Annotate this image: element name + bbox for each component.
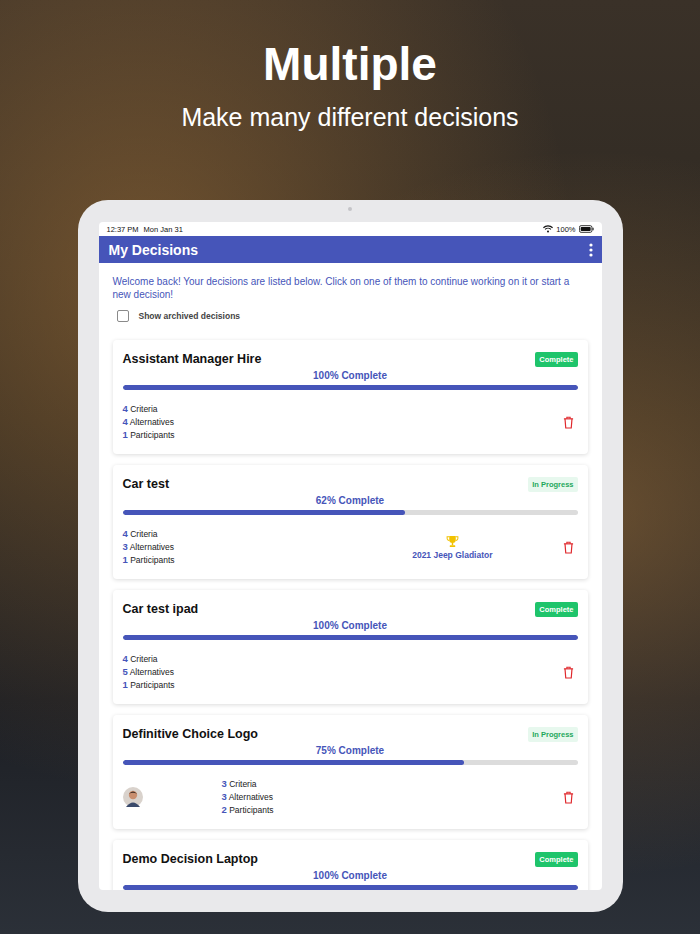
stats: 4 Criteria4 Alternatives1 Participants <box>123 403 175 441</box>
checkbox-label: Show archived decisions <box>139 311 241 321</box>
stats: 4 Criteria5 Alternatives1 Participants <box>123 653 175 691</box>
card-footer: 4 Criteria5 Alternatives1 Participants <box>123 653 578 691</box>
trash-icon[interactable] <box>563 666 574 679</box>
intro-text: Welcome back! Your decisions are listed … <box>113 275 588 301</box>
card-footer: 4 Criteria4 Alternatives1 Participants <box>123 403 578 441</box>
decision-title: Car test <box>123 477 170 491</box>
progress-bar <box>123 760 578 765</box>
progress-label: 75% Complete <box>123 744 578 757</box>
card-footer: 4 Criteria3 Alternatives1 Participants 20… <box>123 528 578 566</box>
progress-bar <box>123 510 578 515</box>
status-badge: In Progress <box>528 477 577 492</box>
decision-title: Demo Decision Laptop <box>123 852 258 866</box>
checkbox[interactable] <box>117 310 129 322</box>
decision-card[interactable]: Demo Decision Laptop Complete 100% Complet… <box>113 840 588 890</box>
more-menu-icon[interactable] <box>589 243 593 257</box>
progress-fill <box>123 635 578 640</box>
camera-dot <box>348 207 352 211</box>
card-header: Assistant Manager Hire Complete <box>123 351 578 367</box>
progress-label: 62% Complete <box>123 494 578 507</box>
decision-title: Assistant Manager Hire <box>123 352 262 366</box>
headline: Multiple <box>263 38 437 90</box>
alternatives-count: 5 Alternatives <box>123 666 175 678</box>
tablet-frame: 12:37 PM Mon Jan 31 100% My Decisions Welcom… <box>78 200 623 912</box>
app-screen: 12:37 PM Mon Jan 31 100% My Decisions Welcom… <box>99 222 602 890</box>
trash-icon[interactable] <box>563 541 574 554</box>
stats: 4 Criteria3 Alternatives1 Participants <box>123 528 175 566</box>
progress-bar <box>123 635 578 640</box>
decision-list: Assistant Manager Hire Complete 100% Compl… <box>113 340 588 890</box>
decision-card[interactable]: Assistant Manager Hire Complete 100% Compl… <box>113 340 588 454</box>
alternatives-count: 3 Alternatives <box>123 541 175 553</box>
progress-label: 100% Complete <box>123 869 578 882</box>
time: 12:37 PM <box>107 225 139 234</box>
criteria-count: 4 Criteria <box>123 653 175 665</box>
decision-card[interactable]: Car test ipad Complete 100% Complete 4 Crit… <box>113 590 588 704</box>
decision-title: Definitive Choice Logo <box>123 727 258 741</box>
status-indicators: 100% <box>543 225 593 234</box>
subtitle: Make many different decisions <box>181 102 518 132</box>
status-badge: Complete <box>535 602 577 617</box>
status-time: 12:37 PM Mon Jan 31 <box>107 225 183 234</box>
criteria-count: 4 Criteria <box>123 528 175 540</box>
card-header: Car test ipad Complete <box>123 601 578 617</box>
promo-page: Multiple Make many different decisions 12:… <box>0 0 700 934</box>
battery-icon <box>579 225 594 233</box>
trophy-icon <box>446 535 459 548</box>
progress-bar <box>123 885 578 890</box>
app-title: My Decisions <box>109 242 198 258</box>
status-badge: Complete <box>535 352 577 367</box>
participants-count: 2 Participants <box>222 804 274 816</box>
winner-name: 2021 Jeep Gladiator <box>412 550 492 560</box>
card-header: Demo Decision Laptop Complete <box>123 851 578 867</box>
content: Welcome back! Your decisions are listed … <box>99 263 602 890</box>
leading-alternative: 2021 Jeep Gladiator <box>412 535 492 560</box>
card-header: Definitive Choice Logo In Progress <box>123 726 578 742</box>
wifi-icon <box>543 225 553 233</box>
date: Mon Jan 31 <box>144 225 183 234</box>
participants-count: 1 Participants <box>123 554 175 566</box>
progress-fill <box>123 510 405 515</box>
card-header: Car test In Progress <box>123 476 578 492</box>
progress-fill <box>123 760 464 765</box>
card-footer: 3 Criteria3 Alternatives2 Participants <box>123 778 578 816</box>
app-bar: My Decisions <box>99 236 602 263</box>
status-badge: In Progress <box>528 727 577 742</box>
archived-toggle[interactable]: Show archived decisions <box>117 310 588 322</box>
participants-count: 1 Participants <box>123 679 175 691</box>
progress-label: 100% Complete <box>123 369 578 382</box>
criteria-count: 4 Criteria <box>123 403 175 415</box>
alternatives-count: 3 Alternatives <box>222 791 274 803</box>
decision-card[interactable]: Definitive Choice Logo In Progress 75% Com… <box>113 715 588 829</box>
progress-fill <box>123 385 578 390</box>
status-bar: 12:37 PM Mon Jan 31 100% <box>99 222 602 236</box>
trash-icon[interactable] <box>563 416 574 429</box>
progress-fill <box>123 885 578 890</box>
progress-label: 100% Complete <box>123 619 578 632</box>
status-badge: Complete <box>535 852 577 867</box>
battery-level: 100% <box>556 225 575 234</box>
participants-count: 1 Participants <box>123 429 175 441</box>
decision-title: Car test ipad <box>123 602 199 616</box>
trash-icon[interactable] <box>563 791 574 804</box>
progress-bar <box>123 385 578 390</box>
participant-avatar-icon <box>123 787 143 807</box>
decision-card[interactable]: Car test In Progress 62% Complete 4 Criteri… <box>113 465 588 579</box>
alternatives-count: 4 Alternatives <box>123 416 175 428</box>
criteria-count: 3 Criteria <box>222 778 274 790</box>
stats: 3 Criteria3 Alternatives2 Participants <box>222 778 274 816</box>
